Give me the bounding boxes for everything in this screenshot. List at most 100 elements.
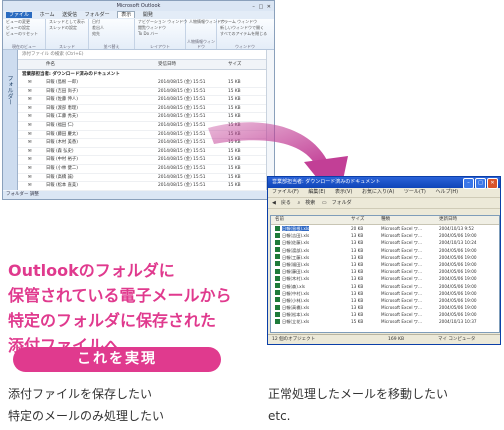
file-type: Microsoft Excel ワ... xyxy=(381,233,422,239)
menu-file[interactable]: ファイル(F) xyxy=(272,189,299,195)
ribbon-group-caption: ウィンドウ xyxy=(235,44,255,49)
group-header[interactable]: 営業部担当者: ダウンロード済みのドキュメント xyxy=(18,70,266,79)
list-item[interactable]: 日報(中村).xls 13 KB Microsoft Excel ワ... 2004/… xyxy=(271,290,499,297)
column-name[interactable]: 名前 xyxy=(275,216,284,224)
ribbon-item[interactable]: To Do バー xyxy=(135,31,185,37)
excel-file-icon xyxy=(275,225,280,231)
menu-favorites[interactable]: お気に入り(A) xyxy=(362,189,394,195)
list-item[interactable]: 日報(渡部).xls 13 KB Microsoft Excel ワ... 2004/… xyxy=(271,247,499,254)
list-item[interactable]: 日報(森).xls 13 KB Microsoft Excel ワ... 2004/0… xyxy=(271,283,499,290)
file-size: 20 KB xyxy=(351,226,364,231)
row-date: 2014/08/15 (金) 15:51 xyxy=(158,105,206,111)
explorer-title-bar: 営業部担当者: ダウンロード済みのドキュメント – □ ✕ xyxy=(268,177,500,189)
list-item[interactable]: 日報(小林).xls 13 KB Microsoft Excel ワ... 2004/… xyxy=(271,297,499,304)
excel-file-icon xyxy=(275,290,280,296)
search-icon[interactable]: ⌕ xyxy=(297,200,300,206)
mail-icon: ✉ xyxy=(28,97,32,103)
menu-tools[interactable]: ツール(T) xyxy=(404,189,426,195)
file-date: 2004/05/06 19:00 xyxy=(439,305,477,311)
file-size: 13 KB xyxy=(351,297,364,303)
headline-line: Outlookのフォルダに xyxy=(8,261,175,280)
file-date: 2004/10/13 9:52 xyxy=(439,226,474,231)
column-modified[interactable]: 更新日時 xyxy=(439,216,457,224)
file-name-cell: 日報(中村).xls xyxy=(275,290,309,297)
menu-help[interactable]: ヘルプ(H) xyxy=(435,189,458,195)
file-type: Microsoft Excel ワ... xyxy=(381,312,422,318)
ribbon-item[interactable]: 人物情報ウィンドウ xyxy=(186,19,225,25)
status-location: マイ コンピュータ xyxy=(438,337,476,342)
headline-line: 保管されている電子メールから xyxy=(8,286,232,305)
tab-developer[interactable]: 開発 xyxy=(143,12,153,18)
list-item[interactable]: 日報(島根).xls 20 KB Microsoft Excel ワ... 2004/… xyxy=(271,225,499,232)
file-name-cell: 日報(松本).xls xyxy=(275,311,309,318)
list-item[interactable]: 日報(福田).xls 13 KB Microsoft Excel ワ... 2004/… xyxy=(271,261,499,268)
folders-button[interactable]: フォルダ xyxy=(332,200,352,206)
row-size: 15 KB xyxy=(228,97,241,103)
tab-view[interactable]: 表示 xyxy=(117,11,136,18)
list-item[interactable]: 日報(工藤).xls 13 KB Microsoft Excel ワ... 2004/… xyxy=(271,254,499,261)
file-date: 2004/05/06 19:00 xyxy=(439,269,477,275)
file-size: 13 KB xyxy=(351,269,364,275)
mail-icon: ✉ xyxy=(28,157,32,163)
file-date: 2004/05/06 19:00 xyxy=(439,297,477,303)
table-row[interactable]: ✉ 日報 (佐藤 伸人) 2014/08/15 (金) 15:51 15 KB xyxy=(18,96,266,105)
ribbon-item[interactable]: スレッドの設定 xyxy=(46,25,88,31)
list-item[interactable]: 日報(藤田).xls 13 KB Microsoft Excel ワ... 2004/… xyxy=(271,268,499,275)
excel-file-icon xyxy=(275,239,280,245)
tab-send-receive[interactable]: 送受信 xyxy=(62,12,77,18)
table-row[interactable]: ✉ 日報 (島根 一郎) 2014/08/15 (金) 15:51 15 KB xyxy=(18,79,266,88)
row-subject: 日報 (藤田 慶太) xyxy=(46,131,78,137)
navigation-pane[interactable]: フォルダー xyxy=(3,50,18,190)
excel-file-icon xyxy=(275,247,280,253)
explorer-window: 営業部担当者: ダウンロード済みのドキュメント – □ ✕ ファイル(F) 編集(E… xyxy=(267,176,501,345)
column-received[interactable]: 受信日時 xyxy=(158,60,176,69)
ribbon-group-caption: スレッド xyxy=(59,44,75,49)
capabilities-right: 正常処理したメールを移動したい etc. xyxy=(268,383,448,427)
table-row[interactable]: ✉ 日報 (渡部 恵理) 2014/08/15 (金) 15:51 15 KB xyxy=(18,105,266,114)
menu-edit[interactable]: 編集(E) xyxy=(308,189,325,195)
window-controls[interactable]: – □ ✕ xyxy=(252,2,272,12)
search-input[interactable]: 添付ファイル の検索 (Ctrl+E) xyxy=(18,50,266,60)
column-type[interactable]: 種類 xyxy=(381,216,390,224)
file-size: 13 KB xyxy=(351,276,364,282)
headline: Outlookのフォルダに 保管されている電子メールから 特定のフォルダに保存さ… xyxy=(8,258,268,358)
window-controls[interactable]: – □ ✕ xyxy=(462,178,498,189)
file-list-header: 名前 サイズ 種類 更新日時 xyxy=(271,216,499,225)
table-row[interactable]: ✉ 日報 (吉田 尚子) 2014/08/15 (金) 15:51 15 KB xyxy=(18,88,266,97)
back-button[interactable]: 戻る xyxy=(281,200,291,206)
search-button[interactable]: 検索 xyxy=(305,200,315,206)
ribbon-item[interactable]: 宛先 xyxy=(89,31,134,37)
column-subject[interactable]: 件名 xyxy=(46,60,55,69)
ribbon: ビューの変更 ビューの設定 ビューのリセット 現在のビュー スレッドとして表示 … xyxy=(3,19,274,50)
row-subject: 日報 (島根 一郎) xyxy=(46,80,78,85)
list-item[interactable]: 日報(高橋).xls 13 KB Microsoft Excel ワ... 2004/… xyxy=(271,304,499,311)
list-item[interactable]: 日報(佐藤).xls 13 KB Microsoft Excel ワ... 2004/… xyxy=(271,239,499,246)
column-size[interactable]: サイズ xyxy=(351,216,364,224)
ribbon-item[interactable]: ビューのリセット xyxy=(3,31,45,37)
file-type: Microsoft Excel ワ... xyxy=(381,269,422,275)
row-date: 2014/08/15 (金) 15:51 xyxy=(158,140,206,146)
ribbon-group-thread: スレッドとして表示 スレッドの設定 スレッド xyxy=(46,19,89,49)
mail-icon: ✉ xyxy=(28,105,32,111)
minimize-button[interactable]: – xyxy=(463,178,474,189)
folder-icon[interactable]: ▭ xyxy=(322,200,327,206)
close-button[interactable]: ✕ xyxy=(487,178,498,189)
list-item[interactable]: 日報(吉田).xls 13 KB Microsoft Excel ワ... 2004/… xyxy=(271,232,499,239)
tab-file[interactable]: ファイル xyxy=(6,12,33,18)
outlook-title: Microsoft Outlook xyxy=(116,3,161,9)
maximize-button[interactable]: □ xyxy=(475,178,486,189)
back-icon[interactable]: ◀ xyxy=(272,200,276,206)
tab-folder[interactable]: フォルダー xyxy=(85,12,110,18)
column-size[interactable]: サイズ xyxy=(228,60,241,69)
file-name: 日報(福田).xls xyxy=(282,261,310,267)
list-item[interactable]: 日報(木村).xls 13 KB Microsoft Excel ワ... 2004/… xyxy=(271,275,499,282)
excel-file-icon xyxy=(275,311,280,317)
menu-view[interactable]: 表示(V) xyxy=(335,189,352,195)
tab-home[interactable]: ホーム xyxy=(40,12,55,18)
file-date: 2004/05/06 19:00 xyxy=(439,247,477,253)
list-item[interactable]: 日報(松本).xls 13 KB Microsoft Excel ワ... 2004/… xyxy=(271,311,499,318)
row-date: 2014/08/15 (金) 15:51 xyxy=(158,165,206,171)
ribbon-item[interactable]: すべてのアイテムを閉じる xyxy=(217,31,273,37)
file-date: 2004/05/06 19:00 xyxy=(439,290,477,296)
list-item[interactable]: 日報(立花).xls 15 KB Microsoft Excel ワ... 2004/… xyxy=(271,318,499,325)
